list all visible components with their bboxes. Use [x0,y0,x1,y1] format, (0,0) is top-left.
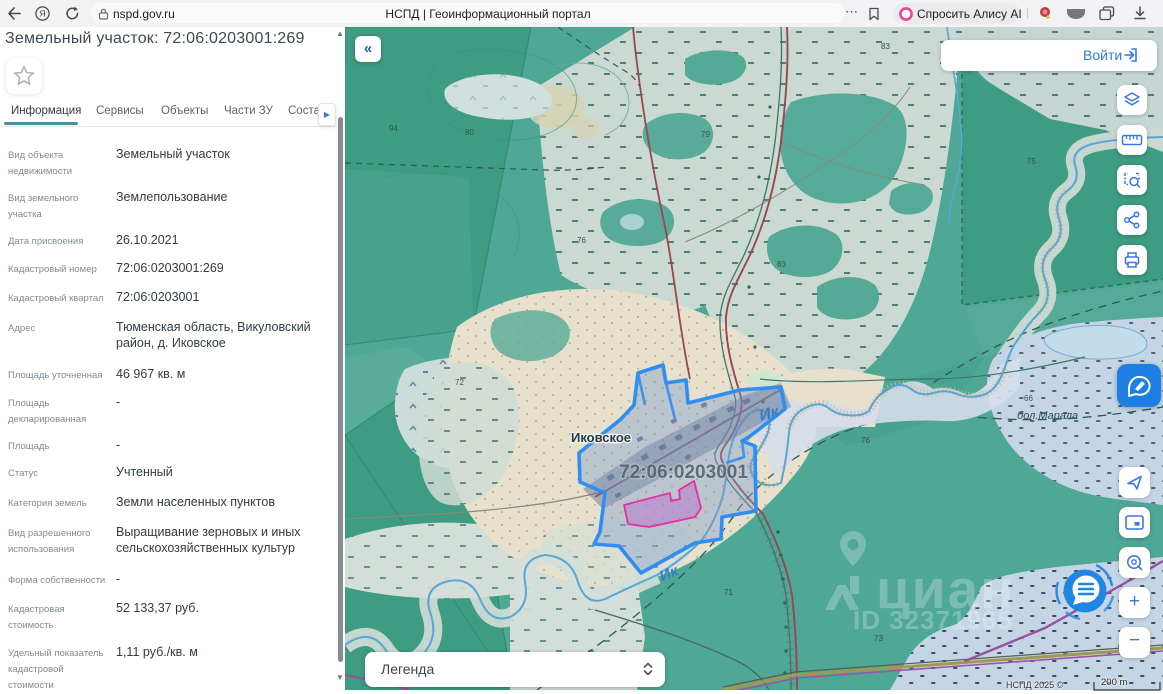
svg-text:76: 76 [577,236,586,245]
svg-text:83: 83 [777,260,786,269]
svg-text:Я: Я [40,9,46,19]
svg-text:94: 94 [389,124,398,133]
svg-text:83: 83 [881,42,890,51]
svg-text:ID 32371965: ID 32371965 [853,605,1013,635]
svg-text:66: 66 [1024,394,1033,403]
svg-text:73: 73 [874,634,883,643]
svg-text:76: 76 [861,436,870,445]
svg-text:71: 71 [724,588,733,597]
svg-text:75: 75 [1027,157,1036,166]
svg-text:72: 72 [455,378,464,387]
svg-text:72:06:0203001: 72:06:0203001 [619,462,748,483]
svg-text:79: 79 [701,130,710,139]
svg-text:Иковское: Иковское [571,430,631,445]
svg-text:80: 80 [465,128,474,137]
svg-text:бол.Марала: бол.Марала [1017,410,1078,422]
